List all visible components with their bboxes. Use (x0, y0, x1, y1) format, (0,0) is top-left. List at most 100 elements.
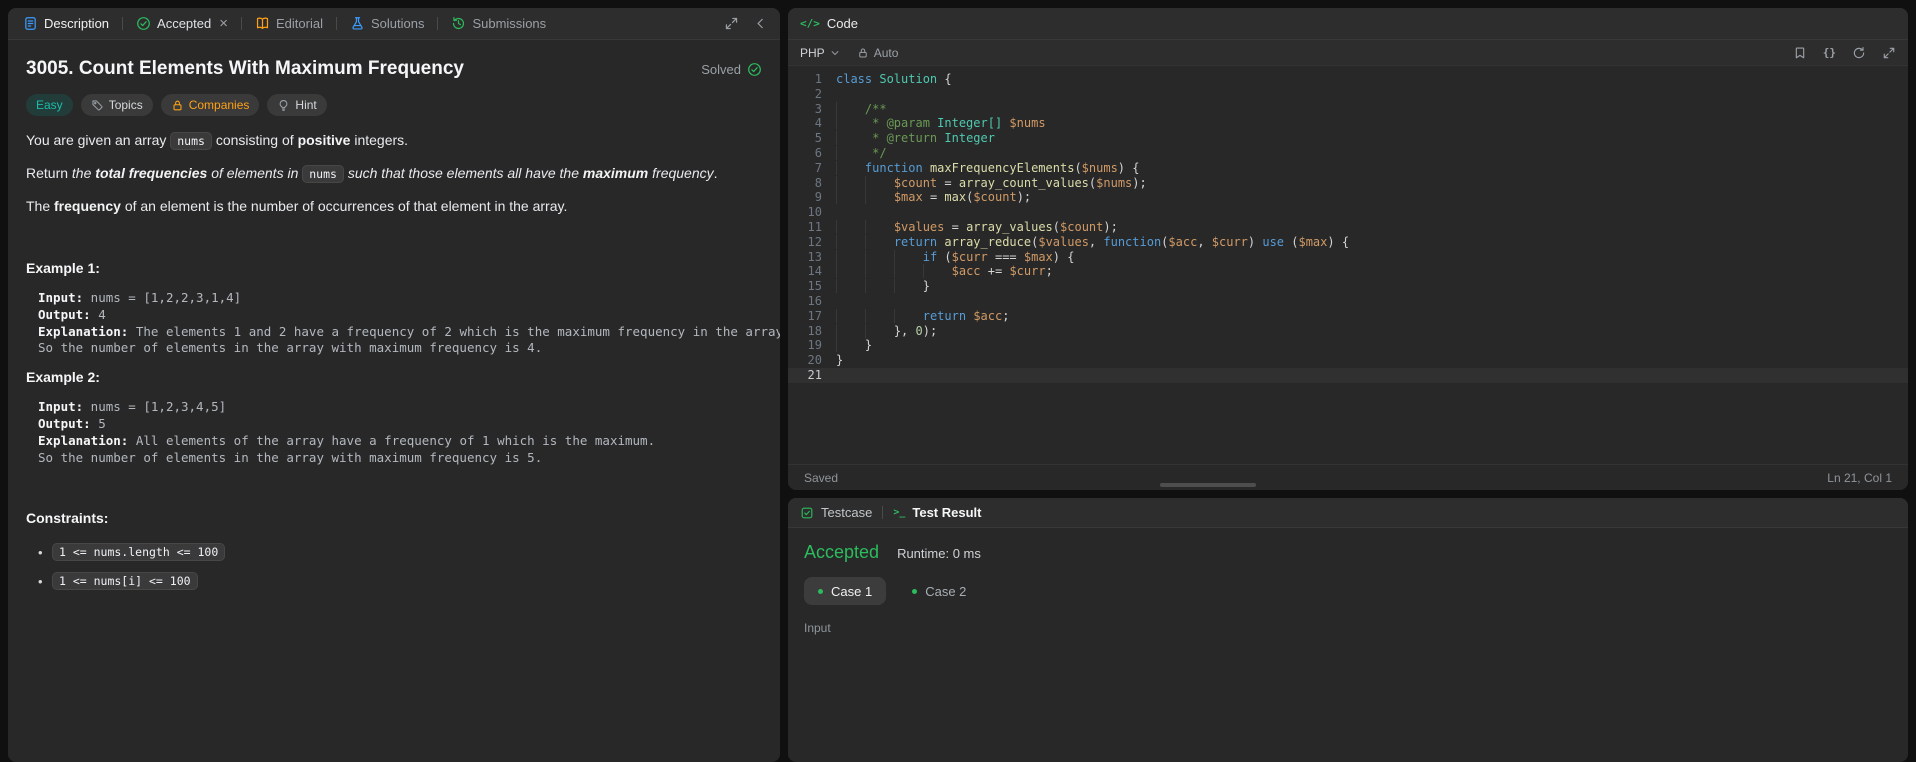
indent-guide (865, 324, 894, 338)
case-chip[interactable]: Case 2 (898, 577, 980, 605)
verdict-row: Accepted Runtime: 0 ms (804, 542, 1892, 563)
line-number: 8 (788, 176, 822, 191)
indent-guide (865, 279, 894, 293)
tab-accepted[interactable]: Accepted× (131, 8, 233, 40)
collapse-panel-icon[interactable] (753, 16, 768, 31)
editor-statusbar: Saved Ln 21, Col 1 (788, 464, 1908, 490)
examples-section: Example 1:Input: nums = [1,2,2,3,1,4]Out… (26, 260, 762, 466)
maximize-panel-icon[interactable] (724, 16, 739, 31)
example-label: Example 2: (26, 369, 762, 385)
description-panel: Description Accepted× Editorial Solutions Su… (8, 8, 780, 762)
code-lines: 1class Solution {23 /**4 * @param Intege… (788, 72, 1908, 383)
close-icon[interactable]: × (219, 16, 228, 31)
tab-description[interactable]: Description (18, 8, 114, 40)
difficulty-badge[interactable]: Easy (26, 94, 73, 116)
example-line: So the number of elements in the array w… (38, 340, 762, 357)
tab-separator (336, 17, 337, 30)
format-braces-icon[interactable]: {} (1823, 46, 1836, 59)
testcase-label: Testcase (821, 505, 872, 520)
description-paragraph: Return the total frequencies of elements… (26, 163, 762, 184)
indent-guide (865, 309, 894, 323)
code-line: 2 (788, 87, 1908, 102)
tab-editorial[interactable]: Editorial (250, 8, 328, 40)
input-label: Input (804, 621, 1892, 635)
line-number: 4 (788, 116, 822, 131)
text-run: . (714, 165, 718, 181)
indent-guide (836, 102, 865, 116)
example-line: Input: nums = [1,2,3,4,5] (38, 399, 762, 416)
text-run: such that those elements all have the (344, 165, 583, 181)
companies-badge[interactable]: Companies (161, 94, 260, 116)
fullscreen-icon[interactable] (1882, 46, 1896, 60)
indent-guide (865, 235, 894, 249)
result-tabbar: Testcase >_ Test Result (788, 498, 1908, 528)
horizontal-scrollbar[interactable] (1160, 483, 1256, 487)
code-line: 6 */ (788, 146, 1908, 161)
line-number: 18 (788, 324, 822, 339)
constraints-list: 1 <= nums.length <= 1001 <= nums[i] <= 1… (26, 542, 762, 591)
tab-submissions[interactable]: Submissions (446, 8, 551, 40)
indent-guide (836, 264, 865, 278)
inline-code: nums (170, 132, 212, 150)
indent-guide (865, 250, 894, 264)
problem-description: 3005. Count Elements With Maximum Freque… (8, 40, 780, 762)
auto-label: Auto (874, 46, 899, 60)
text-run: positive (298, 132, 351, 148)
badge-row: Easy Topics Companies (26, 94, 762, 116)
code-line: 11 $values = array_values($count); (788, 220, 1908, 235)
save-status: Saved (804, 471, 838, 485)
app-root: DescriptionAccepted×EditorialSolutionsSu… (0, 0, 1916, 762)
auto-toggle[interactable]: Auto (857, 46, 899, 60)
indent-guide (865, 220, 894, 234)
example-line: Explanation: All elements of the array h… (38, 433, 762, 450)
bookmark-icon[interactable] (1793, 46, 1807, 60)
tag-icon (91, 99, 104, 112)
indent-guide (836, 279, 865, 293)
code-line: 4 * @param Integer[] $nums (788, 116, 1908, 131)
lock-icon (857, 47, 869, 59)
submissions-icon (451, 16, 466, 31)
tab-solutions[interactable]: Solutions (345, 8, 429, 40)
code-line: 18 }, 0); (788, 324, 1908, 339)
editor-toolbar: PHP Auto {} (788, 40, 1908, 66)
case-chip[interactable]: Case 1 (804, 577, 886, 605)
line-number: 19 (788, 338, 822, 353)
indent-guide (836, 338, 865, 352)
description-paragraph: The frequency of an element is the numbe… (26, 196, 762, 216)
tab-test-result[interactable]: >_ Test Result (893, 505, 981, 520)
indent-guide (836, 235, 865, 249)
indent-guide (894, 264, 923, 278)
verdict-badge: Accepted (804, 542, 879, 563)
text-run: frequency (54, 198, 121, 214)
tab-separator (241, 17, 242, 30)
indent-guide (894, 309, 923, 323)
topics-badge[interactable]: Topics (81, 94, 153, 116)
line-number: 13 (788, 250, 822, 265)
indent-guide (836, 176, 865, 190)
text-run: of elements in (207, 165, 302, 181)
tab-separator (122, 17, 123, 30)
code-header: </> Code (788, 8, 1908, 40)
hint-badge[interactable]: Hint (267, 94, 326, 116)
indent-guide (865, 264, 894, 278)
reset-code-icon[interactable] (1852, 46, 1866, 60)
title-row: 3005. Count Elements With Maximum Freque… (26, 58, 762, 80)
code-line: 10 (788, 205, 1908, 220)
right-column: </> Code PHP Auto (788, 8, 1908, 762)
text-run: frequency (648, 165, 713, 181)
code-editor[interactable]: 1class Solution {23 /**4 * @param Intege… (788, 66, 1908, 464)
tab-testcase[interactable]: Testcase (800, 505, 872, 520)
language-selector[interactable]: PHP (800, 46, 841, 60)
code-line: 14 $acc += $curr; (788, 264, 1908, 279)
text-run: maximum (583, 165, 648, 181)
code-line: 7 function maxFrequencyElements($nums) { (788, 161, 1908, 176)
code-line: 8 $count = array_count_values($nums); (788, 176, 1908, 191)
code-panel: </> Code PHP Auto (788, 8, 1908, 490)
indent-guide (836, 309, 865, 323)
tab-separator (437, 17, 438, 30)
indent-guide (894, 279, 923, 293)
editor-tools: {} (1793, 46, 1896, 60)
code-line: 15 } (788, 279, 1908, 294)
test-result-label: Test Result (912, 505, 981, 520)
indent-guide (894, 250, 923, 264)
